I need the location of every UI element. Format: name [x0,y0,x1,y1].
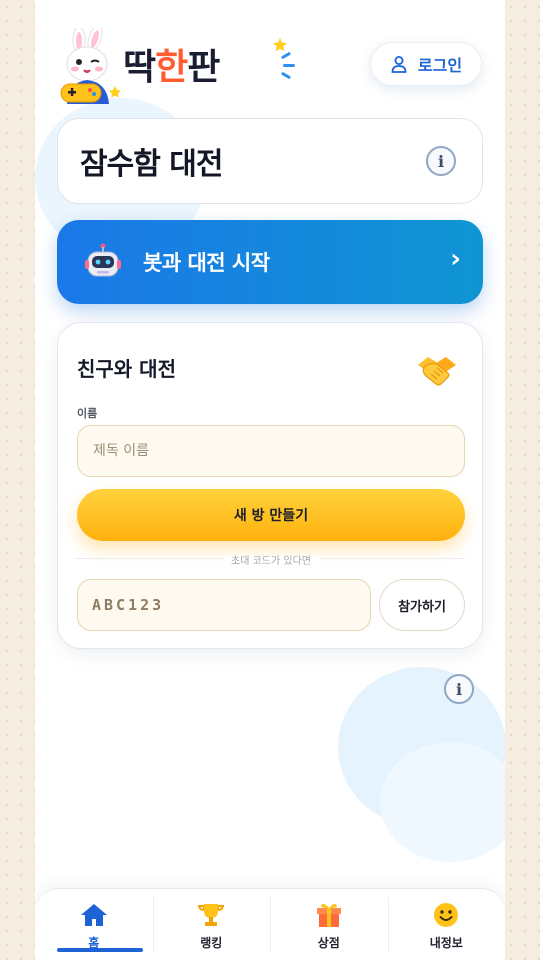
invite-code-input[interactable] [77,579,371,631]
info-icon[interactable]: i [426,146,456,176]
login-button[interactable]: 로그인 [370,42,482,86]
name-field-label: 이름 [77,407,98,420]
app-screen: 딱한판 로그인 잠수함 대전 i 봇과 대전 시작 › 친구와 대전 이름 제독… [35,0,505,960]
background-bubble [380,742,505,862]
nav-item-profile[interactable]: 내정보 [387,889,506,960]
sparkle-mark [283,64,295,67]
login-label: 로그인 [417,56,463,75]
logo-char: 한 [155,47,188,88]
smiley-icon [431,901,461,929]
nav-label: 상점 [317,936,340,950]
gift-icon [314,901,344,929]
sparkle-mark [280,51,292,60]
user-icon [391,56,407,73]
nav-label: 내정보 [429,936,463,950]
friend-match-title: 친구와 대전 [77,357,176,381]
trophy-icon [196,901,226,929]
divider-label: 초대 코드가 있다면 [223,556,319,567]
page-title: 잠수함 대전 [80,147,223,182]
name-input[interactable] [77,425,465,477]
handshake-icon [418,357,456,386]
logo-char: 판 [187,47,220,88]
star-icon [273,38,287,52]
game-mode-card: 잠수함 대전 i [57,118,483,204]
invite-code-divider: 초대 코드가 있다면 [58,552,484,567]
start-bot-match-button[interactable]: 봇과 대전 시작 › [57,220,483,304]
logo-wordmark: 딱한판 [123,38,220,98]
logo-char: 딱 [123,47,156,88]
robot-icon [85,243,121,277]
nav-item-ranking[interactable]: 랭킹 [152,889,271,960]
join-button[interactable]: 참가하기 [379,579,465,631]
app-logo[interactable]: 딱한판 [57,28,295,104]
sparkle-mark [280,71,292,80]
chevron-right-icon: › [450,244,461,274]
info-icon[interactable]: i [444,674,474,704]
bottom-navigation: 홈 랭킹 상점 내정보 [35,888,505,960]
friend-match-card: 친구와 대전 이름 새 방 만들기 초대 코드가 있다면 참가하기 [57,322,483,649]
bot-match-label: 봇과 대전 시작 [143,251,270,275]
nav-label: 랭킹 [200,936,223,950]
active-tab-indicator [57,948,143,952]
home-icon [79,901,109,929]
nav-item-home[interactable]: 홈 [35,889,153,960]
create-room-button[interactable]: 새 방 만들기 [77,489,465,541]
nav-item-shop[interactable]: 상점 [270,889,388,960]
